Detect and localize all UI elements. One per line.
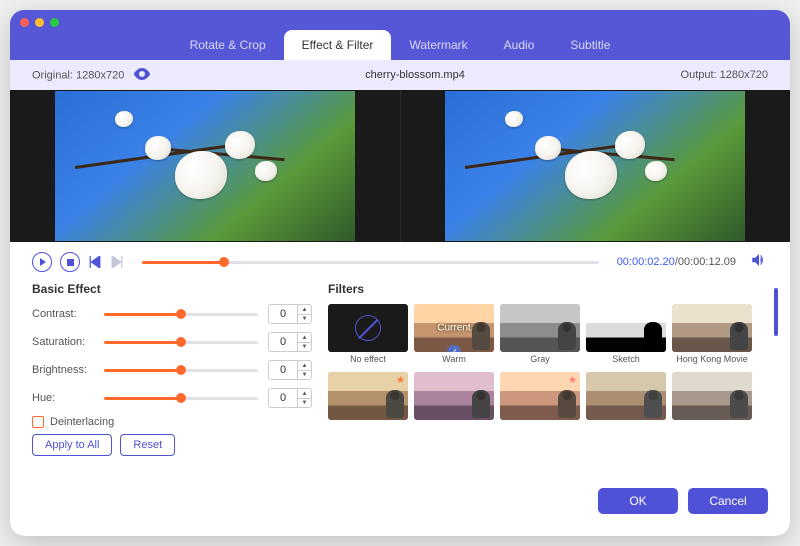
original-preview bbox=[10, 90, 400, 242]
step-up-icon[interactable]: ▲ bbox=[298, 361, 311, 370]
reset-button[interactable]: Reset bbox=[120, 434, 175, 456]
filter-label: No effect bbox=[350, 354, 386, 366]
current-badge: Current bbox=[437, 323, 470, 334]
star-icon: ★ bbox=[568, 375, 577, 386]
output-resolution: Output: 1280x720 bbox=[630, 69, 790, 81]
filter-item-f8[interactable] bbox=[586, 372, 666, 434]
deinterlacing-toggle[interactable]: Deinterlacing bbox=[32, 416, 312, 428]
filter-item-no-effect[interactable]: No effect bbox=[328, 304, 408, 366]
filter-item-f6[interactable] bbox=[414, 372, 494, 434]
maximize-icon[interactable] bbox=[50, 18, 59, 27]
cancel-button[interactable]: Cancel bbox=[688, 488, 768, 514]
step-down-icon[interactable]: ▼ bbox=[298, 342, 311, 351]
filter-item-sketch[interactable]: Sketch bbox=[586, 304, 666, 366]
filter-label: Hong Kong Movie bbox=[676, 354, 748, 366]
filter-item-gray[interactable]: Gray bbox=[500, 304, 580, 366]
filter-item-f5[interactable]: ★ bbox=[328, 372, 408, 434]
step-up-icon[interactable]: ▲ bbox=[298, 333, 311, 342]
deinterlacing-label: Deinterlacing bbox=[50, 416, 114, 428]
param-label: Contrast: bbox=[32, 308, 104, 320]
footer: OK Cancel bbox=[10, 482, 790, 520]
original-resolution: Original: 1280x720 bbox=[32, 69, 124, 81]
stop-button[interactable] bbox=[60, 252, 80, 272]
filter-item-f7[interactable]: ★ bbox=[500, 372, 580, 434]
param-value-0[interactable]: 0▲▼ bbox=[268, 304, 312, 324]
close-icon[interactable] bbox=[20, 18, 29, 27]
filters-title: Filters bbox=[328, 282, 768, 296]
preview-eye-icon[interactable] bbox=[133, 68, 151, 83]
param-slider-0[interactable] bbox=[104, 313, 258, 316]
tab-bar: Rotate & Crop Effect & Filter Watermark … bbox=[10, 30, 790, 60]
filters-scrollbar[interactable] bbox=[774, 288, 778, 336]
no-effect-icon bbox=[355, 315, 381, 341]
step-up-icon[interactable]: ▲ bbox=[298, 305, 311, 314]
filename: cherry-blossom.mp4 bbox=[200, 69, 630, 81]
param-value-2[interactable]: 0▲▼ bbox=[268, 360, 312, 380]
filter-label: Gray bbox=[530, 354, 550, 366]
param-label: Brightness: bbox=[32, 364, 104, 376]
tab-audio[interactable]: Audio bbox=[486, 30, 553, 60]
param-label: Hue: bbox=[32, 392, 104, 404]
apply-to-all-button[interactable]: Apply to All bbox=[32, 434, 112, 456]
tab-watermark[interactable]: Watermark bbox=[391, 30, 485, 60]
info-bar: Original: 1280x720 cherry-blossom.mp4 Ou… bbox=[10, 60, 790, 90]
star-icon: ★ bbox=[396, 375, 405, 386]
play-button[interactable] bbox=[32, 252, 52, 272]
playback-controls: 00:00:02.20/00:00:12.09 bbox=[10, 242, 790, 282]
output-preview bbox=[400, 90, 791, 242]
step-down-icon[interactable]: ▼ bbox=[298, 398, 311, 407]
titlebar bbox=[10, 10, 790, 28]
time-duration: /00:00:12.09 bbox=[675, 256, 736, 268]
filter-label: Warm bbox=[442, 354, 466, 366]
tab-effect-filter[interactable]: Effect & Filter bbox=[284, 30, 392, 60]
tab-rotate-crop[interactable]: Rotate & Crop bbox=[172, 30, 284, 60]
param-slider-1[interactable] bbox=[104, 341, 258, 344]
tab-subtitle[interactable]: Subtitle bbox=[552, 30, 628, 60]
deinterlacing-checkbox[interactable] bbox=[32, 416, 44, 428]
preview-area bbox=[10, 90, 790, 242]
param-value-1[interactable]: 0▲▼ bbox=[268, 332, 312, 352]
param-slider-2[interactable] bbox=[104, 369, 258, 372]
volume-icon[interactable] bbox=[750, 251, 768, 274]
param-slider-3[interactable] bbox=[104, 397, 258, 400]
step-down-icon[interactable]: ▼ bbox=[298, 314, 311, 323]
minimize-icon[interactable] bbox=[35, 18, 44, 27]
step-up-icon[interactable]: ▲ bbox=[298, 389, 311, 398]
prev-frame-button[interactable] bbox=[88, 252, 102, 272]
check-icon: ✓ bbox=[447, 345, 461, 352]
lower-panel: 00:00:02.20/00:00:12.09 Basic Effect Con… bbox=[10, 242, 790, 536]
filter-item-warm[interactable]: Current ✓ Warm bbox=[414, 304, 494, 366]
filter-label: Sketch bbox=[612, 354, 640, 366]
basic-effect-title: Basic Effect bbox=[32, 282, 312, 296]
next-frame-button[interactable] bbox=[110, 252, 124, 272]
param-value-3[interactable]: 0▲▼ bbox=[268, 388, 312, 408]
timeline-slider[interactable] bbox=[142, 261, 599, 264]
ok-button[interactable]: OK bbox=[598, 488, 678, 514]
step-down-icon[interactable]: ▼ bbox=[298, 370, 311, 379]
app-window: Rotate & Crop Effect & Filter Watermark … bbox=[10, 10, 790, 536]
time-current: 00:00:02.20 bbox=[617, 256, 675, 268]
filter-item-f9[interactable] bbox=[672, 372, 752, 434]
filters-panel: Filters No effect Current ✓ Warm Gray Sketch H… bbox=[328, 282, 768, 482]
param-label: Saturation: bbox=[32, 336, 104, 348]
filter-item-hong-kong-movie[interactable]: Hong Kong Movie bbox=[672, 304, 752, 366]
basic-effect-panel: Basic Effect Contrast: 0▲▼ Saturation: 0▲▼ B… bbox=[32, 282, 312, 482]
